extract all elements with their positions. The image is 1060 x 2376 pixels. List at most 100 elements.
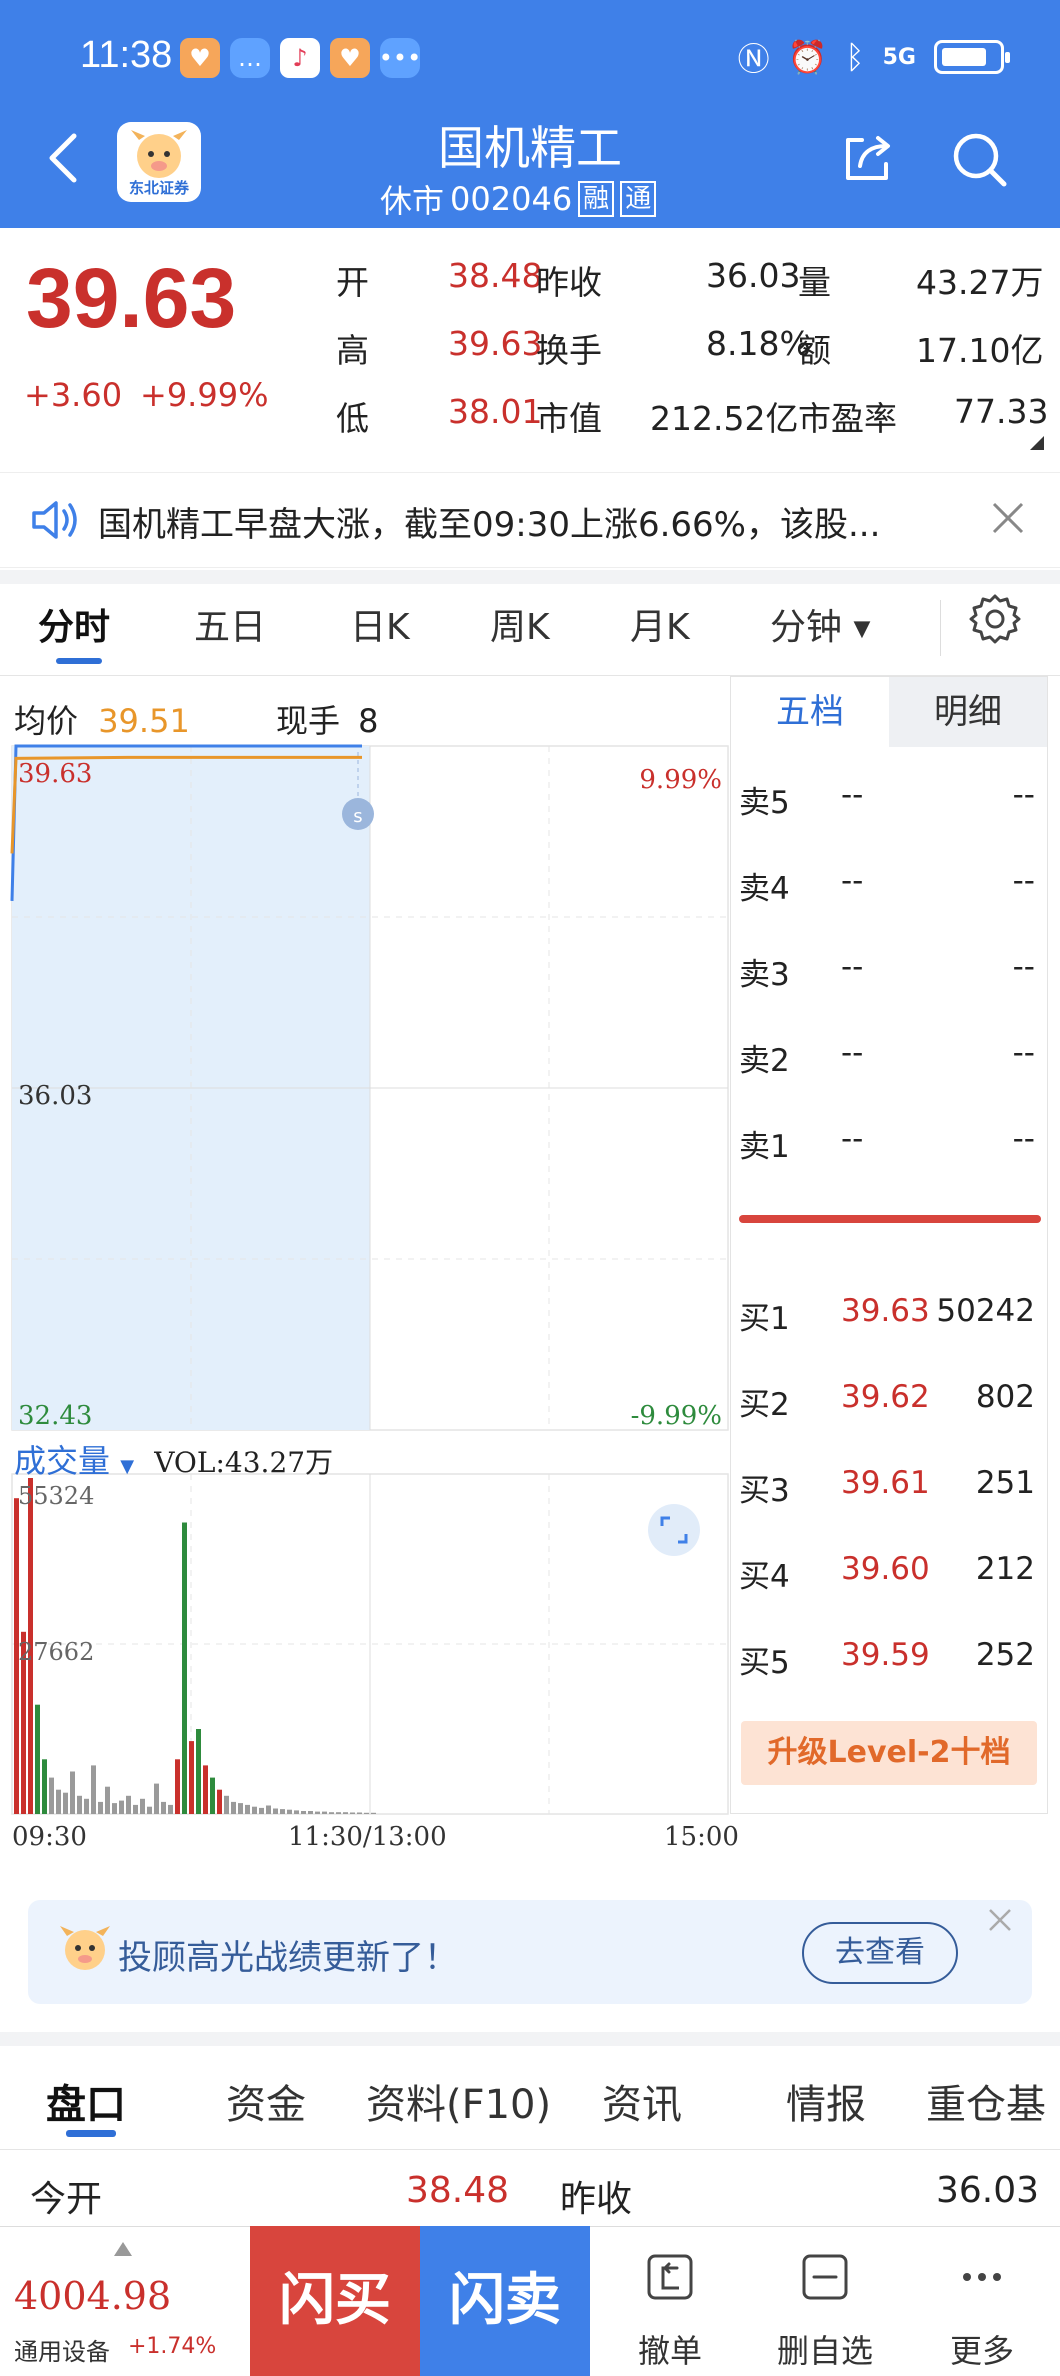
top-pct-label: 9.99% [639,765,722,795]
search-icon[interactable] [950,130,1010,190]
expand-quote-icon[interactable] [1030,436,1044,450]
volume-total: VOL:43.27万 [154,1446,334,1479]
tab-details[interactable]: 明细 [889,677,1047,747]
stock-subtitle: 休市 002046 融 通 [380,176,657,222]
sell-level-row[interactable]: 卖5 -- -- [739,777,1039,837]
more-button[interactable]: 更多 [902,2226,1060,2376]
flash-buy-button[interactable]: 闪买 [250,2226,420,2376]
intraday-chart[interactable]: s 39.63 36.03 32.43 9.99% -9.99% 55324 2… [0,740,735,1840]
volume-header: 成交量 ▼ VOL:43.27万 [14,1436,333,1482]
time-axis-end: 15:00 [664,1822,739,1852]
buy-level-price: 39.60 [841,1551,930,1587]
fullscreen-icon[interactable] [648,1504,700,1556]
sell-level-row[interactable]: 卖3 -- -- [739,949,1039,1009]
market-status: 休市 [380,182,445,220]
stock-code: 002046 [450,180,573,218]
sell-level-price: -- [841,949,864,985]
buy-level-qty: 251 [975,1465,1035,1501]
tab-minute[interactable]: 分钟 ▼ [770,598,870,650]
tab-five-day[interactable]: 五日 [194,598,266,650]
buy-level-row[interactable]: 买3 39.61 251 [739,1465,1039,1525]
tab-funds[interactable]: 资金 [226,2072,306,2130]
sell-level-row[interactable]: 卖4 -- -- [739,863,1039,923]
close-icon[interactable] [990,500,1026,536]
sector-index-change: +1.74% [128,2334,217,2359]
close-icon[interactable] [986,1906,1014,1934]
sell-level-label: 卖5 [739,785,790,821]
sell-level-price: -- [841,1121,864,1157]
minus-square-icon [802,2254,848,2300]
logo-text: 东北证券 [128,179,189,197]
quote-label: 高 [336,331,369,370]
order-book-tabs: 五档 明细 [731,677,1047,747]
buy-level-row[interactable]: 买1 39.63 50242 [739,1293,1039,1353]
news-text: 国机精工早盘大涨，截至09:30上涨6.66%，该股... [98,505,881,545]
buy-level-label: 买4 [739,1559,790,1595]
sell-level-row[interactable]: 卖2 -- -- [739,1035,1039,1095]
sell-level-qty: -- [1012,1035,1035,1071]
buy-level-row[interactable]: 买5 39.59 252 [739,1637,1039,1697]
volume-bar [203,1765,208,1814]
tab-daily-k[interactable]: 日K [350,598,410,650]
news-ticker[interactable]: 国机精工早盘大涨，截至09:30上涨6.66%，该股... [0,472,1060,568]
volume-bar [126,1795,131,1814]
tab-intraday[interactable]: 分时 [38,598,110,650]
remove-watchlist-button[interactable]: 删自选 [745,2226,905,2376]
sell-level-qty: -- [1012,949,1035,985]
share-icon[interactable] [840,130,896,186]
promo-view-button[interactable]: 去查看 [802,1922,958,1984]
chevron-down-icon[interactable]: ▼ [120,1456,134,1477]
volume-bar [154,1783,159,1814]
buy-level-row[interactable]: 买2 39.62 802 [739,1379,1039,1439]
volume-bar [161,1801,166,1814]
tab-handicap[interactable]: 盘口 [46,2072,126,2130]
open-label: 今开 [30,2179,103,2220]
buy-level-qty: 252 [975,1637,1035,1673]
buy-level-price: 39.63 [841,1293,930,1329]
quote-label: 换手 [536,331,602,370]
prev-close-label: 昨收 [560,2179,633,2220]
expand-up-icon[interactable] [114,2242,132,2256]
tab-heavy-funds[interactable]: 重仓基 [926,2072,1046,2130]
tab-underline [56,658,102,664]
marker-label: s [353,806,362,827]
promo-text: 投顾高光战绩更新了！ [118,1938,458,1978]
tab-profile[interactable]: 资料(F10) [366,2072,551,2130]
quote-value: 39.63 [448,324,543,363]
volume-bar [350,1812,355,1814]
volume-bar [301,1811,306,1814]
system-status-icons: Ⓝ ⏰ ᛒ 5G [737,34,1010,80]
sell-level-label: 卖3 [739,957,790,993]
quote-value: 38.01 [448,392,543,431]
buy-level-price: 39.62 [841,1379,930,1415]
handicap-row: 今开 38.48 昨收 36.03 [0,2160,1060,2230]
quote-label: 开 [336,263,369,302]
upgrade-level2-button[interactable]: 升级Level-2十档 [741,1721,1037,1785]
volume-bar [70,1771,75,1814]
sell-level-row[interactable]: 卖1 -- -- [739,1121,1039,1181]
tab-news[interactable]: 资讯 [602,2072,682,2130]
tab-five-levels[interactable]: 五档 [731,677,889,747]
gear-icon[interactable] [968,592,1022,646]
nfc-icon: Ⓝ [737,40,770,78]
volume-selector[interactable]: 成交量 [14,1442,110,1480]
buy-level-row[interactable]: 买4 39.60 212 [739,1551,1039,1611]
more-dots-icon [963,2273,1001,2281]
connect-tag: 通 [620,181,657,217]
message-app-icon: ••• [379,38,421,78]
flash-sell-button[interactable]: 闪卖 [420,2226,590,2376]
quote-label: 量 [798,263,831,302]
cancel-order-button[interactable]: 撤单 [590,2226,750,2376]
sector-index-value[interactable]: 4004.98 [14,2274,171,2318]
tab-monthly-k[interactable]: 月K [630,598,690,650]
volume-bar [119,1800,124,1814]
volume-bar [84,1798,89,1814]
tab-intel[interactable]: 情报 [786,2072,866,2130]
chart-tabs: 分时 五日 日K 周K 月K 分钟 ▼ [0,590,1060,676]
section-divider [0,2032,1060,2046]
volume-bar [168,1804,173,1814]
buy-level-label: 买1 [739,1301,790,1337]
volume-bar [217,1789,222,1814]
tab-weekly-k[interactable]: 周K [490,598,550,650]
avg-value: 39.51 [98,702,190,740]
